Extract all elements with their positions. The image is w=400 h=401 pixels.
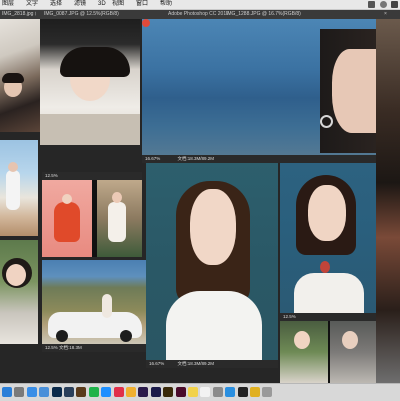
document-status-bar: 12.5% [280,313,376,321]
document-status-bar: 12.5% [42,172,142,180]
document-window-car[interactable]: 12.5% 文档:18.3M [42,260,146,352]
document-window-chair-photos[interactable]: 12.5% [42,172,142,257]
menu-item-layer[interactable]: 图层 [2,0,14,9]
wheel-shape [120,330,132,342]
photoshop-icon[interactable] [51,387,62,397]
photo-girl-green [0,240,38,344]
premiere-icon[interactable] [138,387,149,397]
earring-shape [320,115,333,128]
document-window-flower-portrait[interactable] [280,163,376,313]
face-shape [308,185,346,241]
bridge-icon[interactable] [76,387,87,397]
photo-right-edge [376,19,400,383]
document-status-bar: 16.67% 文档:18.3M/89.2M [146,360,278,368]
dress-shape [108,202,126,242]
safari-icon[interactable] [26,387,37,397]
illustrator-icon[interactable] [163,387,174,397]
chrome-icon[interactable] [250,387,260,397]
chair-shape [54,202,80,242]
menu-item-view[interactable]: 视图 [112,0,124,9]
notes-icon[interactable] [188,387,198,397]
zoom-level[interactable]: 16.67% [149,361,164,366]
lightroom-icon[interactable] [64,387,74,397]
wifi-icon[interactable] [380,1,387,8]
document-info: 文档:18.3M/89.2M [177,156,215,161]
face-shape [342,331,358,349]
qq-icon[interactable] [101,387,112,397]
dress-shape [294,273,364,313]
trash-icon[interactable] [262,387,273,397]
face-shape [8,162,18,172]
menu-item-select[interactable]: 选择 [50,0,62,9]
zoom-level[interactable]: 12.5% [45,173,58,178]
launchpad-icon[interactable] [14,387,25,397]
face-shape [62,194,72,204]
wechat-icon[interactable] [88,387,99,397]
document-window-right-edge[interactable] [376,19,400,383]
menu-item-help[interactable]: 帮助 [160,0,172,9]
tab-img-1288[interactable]: IMG_1288.JPG @ 16.7%(RGB/8) [226,10,322,19]
aftereffects-icon[interactable] [150,387,161,397]
photos-icon[interactable] [126,387,136,397]
document-window-beach[interactable] [0,140,38,236]
face-shape [332,49,376,133]
menu-item-filter[interactable]: 滤镜 [74,0,86,9]
tab-img-0087[interactable]: IMG_0087.JPG @ 12.5%(RGB/8) [44,10,140,19]
music-icon[interactable] [113,387,124,397]
document-info: 文档:18.3M/89.2M [177,361,215,366]
face-shape [6,264,26,286]
document-window-lying-portrait[interactable] [40,19,140,145]
terminal-icon[interactable] [237,387,248,397]
menu-item-type[interactable]: 文字 [26,0,38,9]
finder-icon[interactable] [2,387,12,397]
indesign-icon[interactable] [175,387,186,397]
document-window-bottom-right[interactable]: 12.5% [280,313,376,383]
document-info: 12.5% 文档:18.3M [45,345,82,350]
person-shape [102,294,112,318]
flower-shape [320,261,330,273]
hair-shape [2,73,24,83]
calendar-icon[interactable] [200,387,211,397]
zoom-level[interactable]: 12.5% [283,314,296,319]
menu-bar: 图层 文字 选择 滤镜 3D 视图 窗口 帮助 [0,0,400,10]
appstore-icon[interactable] [225,387,236,397]
wheel-shape [56,330,68,342]
zoom-level[interactable]: 16.67% [145,156,160,161]
document-status-bar: 16.67% 文档:18.3M/89.2M [142,155,376,163]
photo-gray-girl [330,321,376,383]
battery-icon[interactable] [391,1,398,8]
settings-icon[interactable] [212,387,223,397]
shirt-shape [166,291,262,361]
status-icon[interactable] [368,1,375,8]
document-window-top-left[interactable] [0,19,40,132]
mail-icon[interactable] [39,387,50,397]
face-shape [294,331,310,349]
tab-img-2818[interactable]: IMG_2818.jpg @ ... [2,10,36,19]
close-icon[interactable]: × [384,10,387,19]
document-window-bottom-left-portrait[interactable] [0,240,38,344]
hair-shape [60,47,130,77]
menu-item-3d[interactable]: 3D [98,0,106,9]
menu-item-window[interactable]: 窗口 [136,0,148,9]
table-shape [40,114,140,145]
face-shape [190,189,236,265]
app-title: Adobe Photoshop CC 2017 [168,11,229,17]
close-icon[interactable] [142,19,150,27]
document-tab-bar: IMG_2818.jpg @ ... IMG_0087.JPG @ 12.5%(… [0,10,400,19]
document-status-bar: 12.5% 文档:18.3M [42,344,146,352]
document-window-main-portrait[interactable]: 16.67% 文档:18.3M/89.2M [146,163,278,368]
face-shape [112,192,122,203]
dock [0,383,400,401]
dress-shape [6,170,20,210]
document-window-sea-portrait[interactable]: 16.67% 文档:18.3M/89.2M [142,19,376,163]
